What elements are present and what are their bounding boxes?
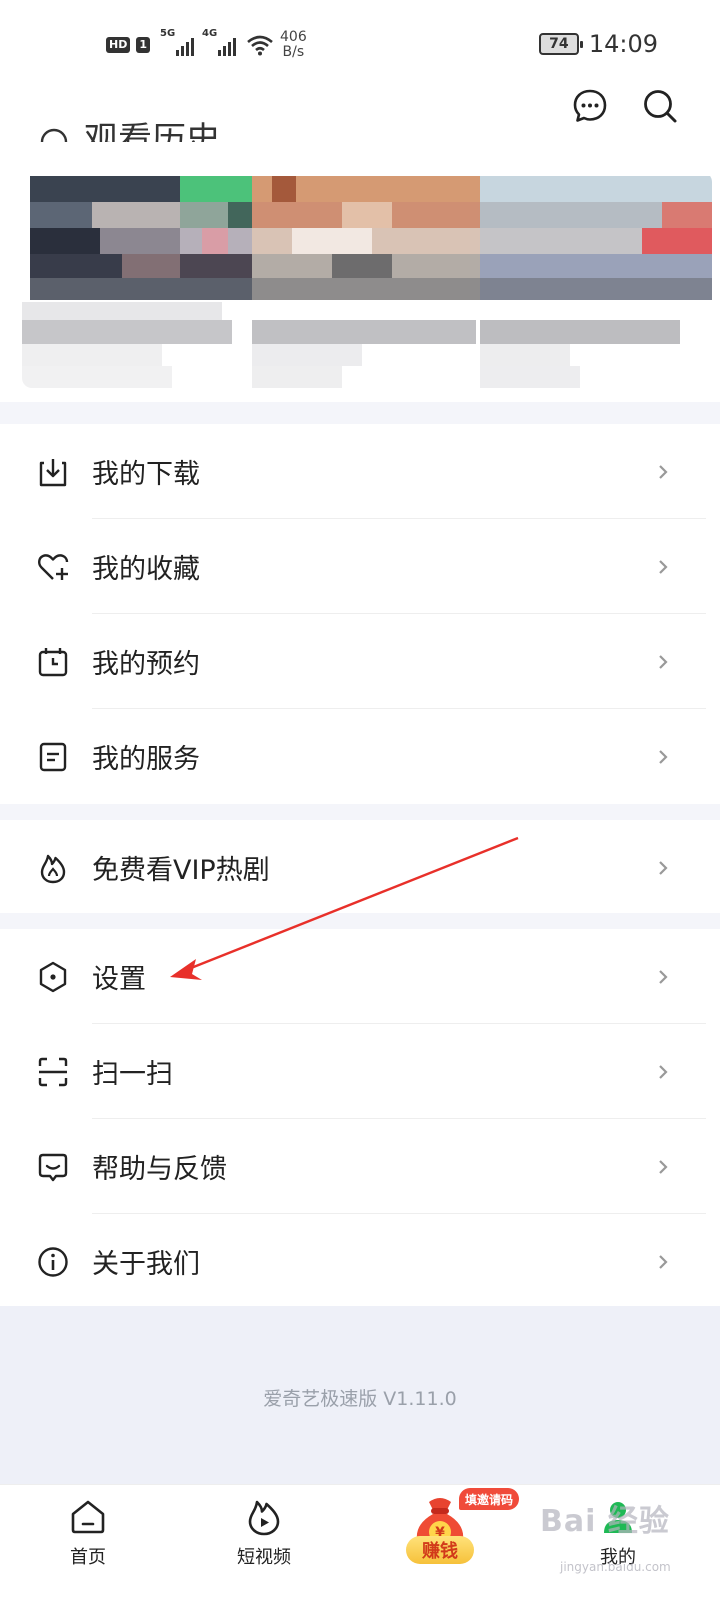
watch-history-title: 观看历史 xyxy=(38,112,220,142)
battery-level: 74 xyxy=(549,36,569,52)
section-divider xyxy=(0,402,720,424)
nav-short-video[interactable]: 短视频 xyxy=(194,1485,334,1600)
net-speed-unit: B/s xyxy=(282,44,305,60)
chevron-right-icon xyxy=(659,1159,668,1174)
status-bar: HD 1 5G 4G 406 B/s 74 14:09 xyxy=(0,0,720,88)
nav-short-video-label: 短视频 xyxy=(237,1547,291,1568)
clock: 14:09 xyxy=(588,30,658,58)
menu-item-settings[interactable]: 设置 xyxy=(0,929,720,1024)
menu-group-vip: 免费看VIP热剧 xyxy=(0,820,720,915)
chevron-right-icon xyxy=(659,969,668,984)
battery-icon: 74 xyxy=(538,33,583,55)
chat-feedback-icon xyxy=(38,1153,68,1181)
menu-item-label: 帮助与反馈 xyxy=(92,1154,227,1185)
menu-item-label: 免费看VIP热剧 xyxy=(92,855,270,886)
menu-item-label: 关于我们 xyxy=(92,1249,200,1280)
scan-icon xyxy=(38,1057,68,1086)
status-left: HD 1 5G 4G 406 B/s xyxy=(106,28,307,60)
home-icon xyxy=(71,1500,105,1534)
menu-group-system: 设置 扫一扫 帮助与反馈 关于我们 xyxy=(0,929,720,1309)
menu-item-services[interactable]: 我的服务 xyxy=(0,709,720,804)
hexagon-settings-icon xyxy=(39,961,67,992)
menu-group-personal: 我的下载 我的收藏 我的预约 我的服务 xyxy=(0,424,720,804)
section-divider xyxy=(0,913,720,929)
signal-5g-label: 5G xyxy=(160,28,176,39)
menu-item-label: 我的下载 xyxy=(92,459,200,490)
chevron-right-icon xyxy=(659,654,668,669)
history-icon xyxy=(40,128,68,142)
menu-item-download[interactable]: 我的下载 xyxy=(0,424,720,519)
history-thumbnails-blurred[interactable] xyxy=(22,172,712,388)
baidu-watermark-url: jingyan.baidu.com xyxy=(560,1560,671,1574)
wifi-icon xyxy=(247,35,273,56)
search-icon[interactable] xyxy=(640,86,680,126)
chevron-right-icon xyxy=(659,1254,668,1269)
page: HD 1 5G 4G 406 B/s 74 14:09 观看历史 我的下载 我的… xyxy=(0,0,720,1600)
heart-plus-icon xyxy=(38,553,69,580)
document-icon xyxy=(39,742,67,771)
hd-badge: HD xyxy=(106,37,131,53)
menu-item-free-vip[interactable]: 免费看VIP热剧 xyxy=(0,820,720,915)
menu-item-reservations[interactable]: 我的预约 xyxy=(0,614,720,709)
baidu-watermark: Bai 经验 xyxy=(540,1504,670,1539)
chevron-right-icon xyxy=(659,749,668,764)
download-icon xyxy=(39,458,67,486)
nav-home-label: 首页 xyxy=(70,1547,106,1568)
mosaic-pixels xyxy=(22,172,712,388)
chevron-right-icon xyxy=(659,464,668,479)
nav-earn-label[interactable]: 赚钱 xyxy=(406,1536,474,1564)
chevron-right-icon xyxy=(659,1064,668,1079)
menu-item-label: 设置 xyxy=(92,964,146,995)
menu-item-label: 扫一扫 xyxy=(92,1059,173,1090)
flame-play-icon xyxy=(248,1500,280,1536)
section-divider xyxy=(0,804,720,820)
menu-item-favorites[interactable]: 我的收藏 xyxy=(0,519,720,614)
status-right: 74 14:09 xyxy=(538,30,658,58)
nav-home[interactable]: 首页 xyxy=(18,1485,158,1600)
watch-history-label: 观看历史 xyxy=(84,120,220,142)
menu-item-label: 我的收藏 xyxy=(92,554,200,585)
message-icon[interactable] xyxy=(570,86,610,126)
header-actions xyxy=(570,86,680,126)
signal-4g-icon: 4G xyxy=(202,28,236,56)
menu-item-about[interactable]: 关于我们 xyxy=(0,1214,720,1309)
menu-item-label: 我的服务 xyxy=(92,744,200,775)
invite-code-badge: 填邀请码 xyxy=(459,1488,520,1510)
chevron-right-icon xyxy=(659,559,668,574)
app-version: 爱奇艺极速版 V1.11.0 xyxy=(263,1388,457,1410)
menu-item-help-feedback[interactable]: 帮助与反馈 xyxy=(0,1119,720,1214)
net-speed: 406 B/s xyxy=(280,30,307,60)
chevron-right-icon xyxy=(659,860,668,875)
menu-item-scan[interactable]: 扫一扫 xyxy=(0,1024,720,1119)
calendar-clock-icon xyxy=(38,647,68,676)
signal-5g-icon: 5G xyxy=(160,28,194,56)
info-icon xyxy=(38,1246,68,1277)
net-speed-value: 406 xyxy=(280,29,307,45)
sim-badge: 1 xyxy=(136,37,150,53)
menu-item-label: 我的预约 xyxy=(92,649,200,680)
signal-4g-label: 4G xyxy=(202,28,218,39)
flame-icon xyxy=(40,854,66,883)
